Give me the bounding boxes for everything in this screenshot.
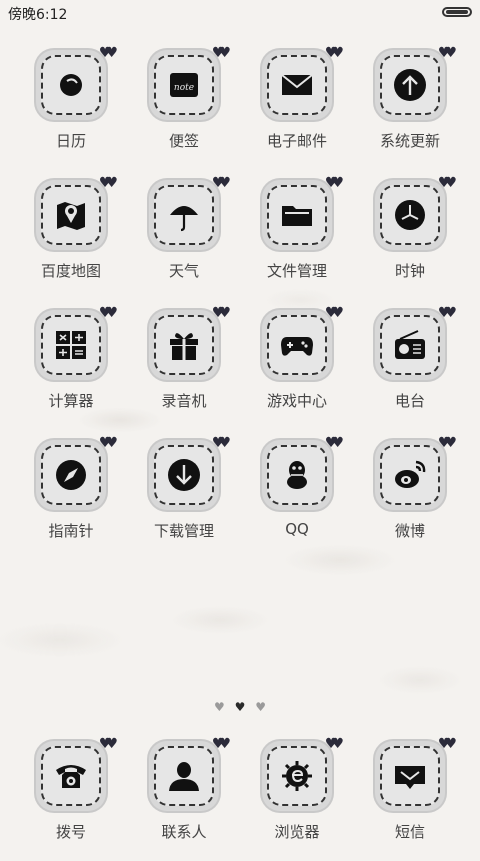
app-label: 短信 [394, 823, 425, 841]
app-label: 便签 [168, 132, 199, 150]
status-time: 傍晚6:12 [8, 7, 68, 23]
umbrella-icon [170, 206, 198, 232]
app-clock[interactable]: ♥♥ 时钟 [360, 176, 460, 300]
app-label: 电子邮件 [266, 132, 327, 150]
app-label: 系统更新 [379, 132, 440, 150]
app-recorder[interactable]: ♥♥ 录音机 [134, 306, 234, 430]
app-notes[interactable]: ♥♥ note 便签 [134, 46, 234, 170]
app-label: 指南针 [48, 522, 94, 540]
app-label: 录音机 [161, 392, 207, 410]
app-label: 浏览器 [274, 823, 320, 841]
map-icon [57, 202, 85, 230]
gift-icon [170, 333, 198, 360]
folder-icon [282, 206, 312, 226]
dock-browser[interactable]: ♥♥ 浏览器 [247, 737, 347, 861]
app-mail[interactable]: ♥♥ 电子邮件 [247, 46, 347, 170]
app-weibo[interactable]: ♥♥ 微博 [360, 436, 460, 560]
app-label: 时钟 [394, 262, 425, 280]
page-dot[interactable]: ♥ [214, 700, 225, 714]
app-calculator[interactable]: ♥♥ 计算器 [21, 306, 121, 430]
weibo-icon [395, 460, 426, 488]
mail-icon [281, 74, 313, 95]
app-label: 天气 [168, 262, 199, 280]
app-compass[interactable]: ♥♥ 指南针 [21, 436, 121, 560]
app-download-manager[interactable]: ♥♥ 下载管理 [134, 436, 234, 560]
calculator-icon [56, 331, 86, 359]
page-dot-active[interactable]: ♥ [235, 700, 246, 714]
gamepad-icon [281, 337, 313, 356]
app-label: 百度地图 [40, 262, 101, 280]
app-baidu-map[interactable]: ♥♥ 百度地图 [21, 176, 121, 300]
app-label: 下载管理 [153, 522, 214, 540]
app-label: QQ [285, 520, 309, 538]
dock-dialer[interactable]: ♥♥ 拨号 [21, 737, 121, 861]
clock-icon [395, 200, 425, 230]
svg-text:note: note [174, 83, 194, 93]
dock-messages[interactable]: ♥♥ 短信 [360, 737, 460, 861]
page-dot[interactable]: ♥ [255, 700, 266, 714]
update-icon [394, 69, 426, 101]
dock-contacts[interactable]: ♥♥ 联系人 [134, 737, 234, 861]
browser-icon [282, 761, 312, 791]
status-bar: 傍晚6:12 [0, 0, 480, 26]
download-icon [168, 459, 200, 491]
app-label: 联系人 [161, 823, 207, 841]
app-label: 微博 [394, 522, 425, 540]
phone-icon [56, 765, 86, 788]
app-game-center[interactable]: ♥♥ 游戏中心 [247, 306, 347, 430]
app-label: 游戏中心 [266, 392, 327, 410]
app-calendar[interactable]: ♥♥ 日历 [21, 46, 121, 170]
app-label: 文件管理 [266, 262, 327, 280]
app-qq[interactable]: ♥♥ QQ [247, 436, 347, 560]
app-label: 计算器 [48, 392, 94, 410]
app-weather[interactable]: ♥♥ 天气 [134, 176, 234, 300]
calendar-icon [60, 74, 82, 96]
app-file-manager[interactable]: ♥♥ 文件管理 [247, 176, 347, 300]
app-label: 电台 [394, 392, 425, 410]
notes-icon: note [170, 73, 198, 97]
battery-icon [442, 7, 472, 17]
compass-icon [56, 460, 86, 490]
app-label: 拨号 [55, 823, 86, 841]
contact-icon [169, 762, 199, 791]
app-radio[interactable]: ♥♥ 电台 [360, 306, 460, 430]
message-icon [395, 766, 425, 789]
qq-icon [287, 461, 307, 489]
radio-icon [395, 330, 425, 359]
app-update[interactable]: ♥♥ 系统更新 [360, 46, 460, 170]
app-label: 日历 [55, 132, 86, 150]
page-indicator[interactable]: ♥ ♥ ♥ [0, 700, 480, 714]
